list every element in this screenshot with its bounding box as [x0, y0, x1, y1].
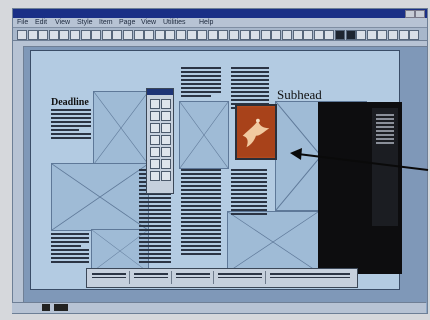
page-icon[interactable] — [42, 304, 50, 311]
status-bar-wrap — [12, 302, 426, 313]
measure-angle[interactable] — [173, 271, 214, 284]
measure-size[interactable] — [131, 271, 172, 284]
measure-leading[interactable] — [215, 271, 266, 284]
page-number-field[interactable] — [54, 304, 68, 311]
measure-font[interactable] — [267, 271, 353, 284]
status-bar — [12, 302, 426, 313]
measurements-palette[interactable] — [86, 268, 358, 288]
measure-position[interactable] — [89, 271, 130, 284]
